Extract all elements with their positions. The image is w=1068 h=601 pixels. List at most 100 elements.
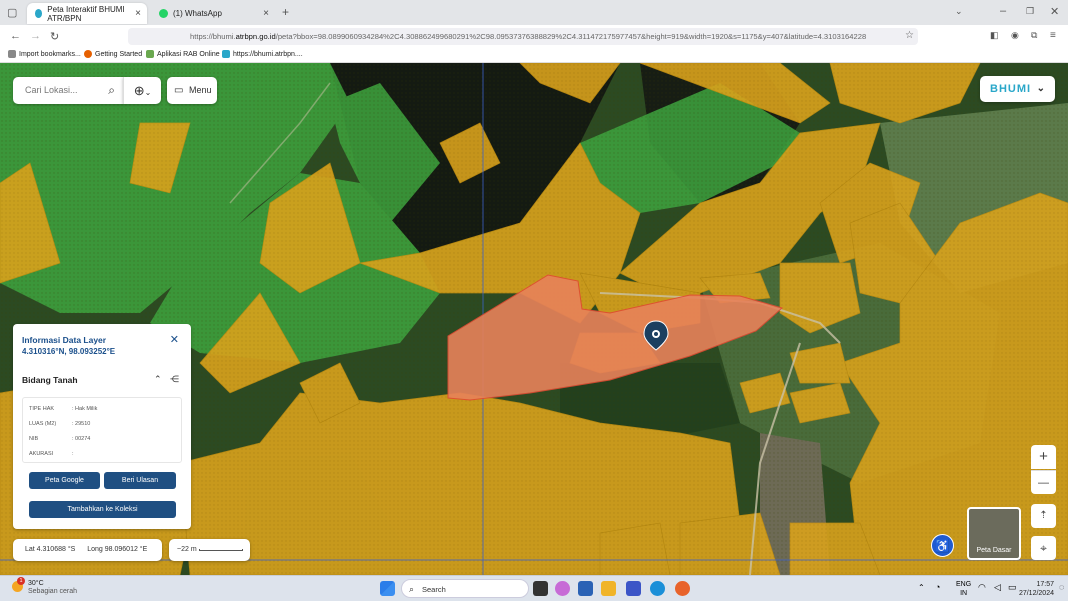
bookmark-label: Aplikasi RAB Online [157,50,220,58]
tab-label: (1) WhatsApp [173,9,222,18]
bookmark-star-icon[interactable]: ☆ [905,30,914,41]
tab-overflow-icon[interactable]: ⌄ [955,6,963,17]
section-actions: ⌃ ⋲ [154,374,179,385]
attribute-table: TIPE HAK: Hak Milik LUAS (M2): 29510 NIB… [22,397,182,463]
weather-widget[interactable]: 1 30°C Sebagian cerah [12,577,78,596]
zoom-in-button[interactable]: + [1031,445,1056,469]
search-icon[interactable]: ⌕ [108,83,115,98]
search-icon: ⌕ [409,584,415,594]
bhumi-icon [222,50,230,58]
bookmark-bhumi[interactable]: https://bhumi.atrbpn.... [222,50,303,58]
accessibility-icon[interactable]: ♿ [931,534,954,557]
zoom-out-button[interactable]: — [1031,470,1056,494]
search-placeholder: Cari Lokasi... [25,85,78,95]
search-input[interactable]: Cari Lokasi... ⌕ [13,77,123,104]
import-icon [8,50,16,58]
locate-button[interactable]: ⌖ [1031,536,1056,560]
share-icon[interactable]: ⋲ [170,374,179,384]
attr-row: NIB: 00274 [29,436,91,442]
tab-list-icon[interactable]: ▢ [7,6,17,19]
notification-badge: 1 [17,577,25,585]
taskbar-search[interactable]: ⌕ Search [401,579,529,598]
firefox-icon [84,50,92,58]
windows-taskbar: 1 30°C Sebagian cerah ⌕ Search ⌃ ◔ ENG IN… [0,575,1068,601]
menu-label: Menu [189,85,212,95]
scale-label: ~22 m [177,546,197,553]
bookmark-label: Import bookmarks... [19,50,81,58]
browser-tab-bar: ▢ Peta Interaktif BHUMI ATR/BPN × (1) Wh… [0,0,1068,25]
bookmarks-bar: Import bookmarks... Getting Started Apli… [0,47,1068,63]
close-icon[interactable]: ✕ [170,333,179,346]
add-collection-button[interactable]: Tambahkan ke Koleksi [29,501,176,518]
review-button[interactable]: Beri Ulasan [104,472,176,489]
sidebar-icon: ▭ [174,85,184,96]
language-indicator[interactable]: ENG IN [956,580,971,598]
edge-icon[interactable] [650,581,665,596]
latitude-readout: Lat 4.310688 °S [25,546,76,553]
zoom-magnifier-icon: ⊕ [133,83,145,98]
crosshair-icon: ⌖ [1040,541,1047,555]
network-monitor-icon[interactable]: ◔ [935,582,940,592]
attr-row: LUAS (M2): 29510 [29,421,91,427]
account-icon[interactable]: ◉ [1011,30,1019,41]
bookmark-rab[interactable]: Aplikasi RAB Online [146,50,220,58]
chevron-down-icon: ⌄ [1036,83,1046,94]
new-tab-button[interactable]: + [282,5,289,19]
menu-icon[interactable]: ≡ [1050,30,1056,41]
basemap-switcher[interactable]: Peta Dasar [967,507,1021,560]
bookmark-import[interactable]: Import bookmarks... [8,50,81,58]
rab-icon [146,50,154,58]
forward-icon[interactable]: → [30,30,41,42]
north-arrow-icon: ⇡ [1039,510,1048,521]
close-icon[interactable]: × [135,8,141,19]
brand-selector[interactable]: BHUMI ⌄ [980,76,1055,102]
store-icon[interactable] [578,581,593,596]
weather-desc: Sebagian cerah [28,588,78,595]
tab-whatsapp[interactable]: (1) WhatsApp × [151,3,275,24]
window-close-icon[interactable]: ✕ [1050,5,1059,18]
task-view-icon[interactable] [533,581,548,596]
bookmark-label: https://bhumi.atrbpn.... [233,50,303,58]
minimize-icon[interactable]: – [1000,5,1006,17]
back-icon[interactable]: ← [10,30,21,42]
clock[interactable]: 17:57 27/12/2024 [1019,580,1054,598]
menu-button[interactable]: ▭ Menu [167,77,217,104]
reload-icon[interactable]: ↻ [50,30,59,43]
panel-title: Informasi Data Layer [22,335,107,345]
tray-chevron-icon[interactable]: ⌃ [918,583,925,592]
attr-row: TIPE HAK: Hak Milik [29,406,98,412]
google-map-button[interactable]: Peta Google [29,472,100,489]
wifi-icon[interactable]: ◠ [978,582,986,593]
firefox-icon[interactable] [675,581,690,596]
chevron-down-icon: ⌄ [144,88,152,97]
url-bar[interactable]: https://bhumi.atrbpn.go.id/peta?bbox=98.… [128,28,918,45]
bookmark-getting-started[interactable]: Getting Started [84,50,142,58]
longitude-readout: Long 98.096012 °E [87,546,148,553]
tab-label: Peta Interaktif BHUMI ATR/BPN [47,4,125,23]
battery-icon[interactable]: ▭ [1008,582,1017,593]
coordinate-readout: Lat 4.310688 °S Long 98.096012 °E [13,539,162,561]
browser-nav-bar: ← → ↻ ⛉ 🔒 https://bhumi.atrbpn.go.id/pet… [0,25,1068,47]
copilot-icon[interactable] [555,581,570,596]
basemap-label: Peta Dasar [976,547,1012,554]
scale-bar: ~22 m [169,539,250,561]
volume-icon[interactable]: ◁ [994,582,1001,593]
weather-temp: 30°C [28,580,44,587]
info-panel: Informasi Data Layer 4.310316°N, 98.0932… [13,324,191,529]
notification-bell-icon[interactable]: ◌ [1059,582,1064,592]
compass-button[interactable]: ⇡ [1031,504,1056,528]
pocket-icon[interactable]: ◧ [990,30,999,41]
file-explorer-icon[interactable] [601,581,616,596]
tab-bhumi[interactable]: Peta Interaktif BHUMI ATR/BPN × [27,3,147,24]
app-icon[interactable] [626,581,641,596]
chevron-up-icon[interactable]: ⌃ [154,374,162,384]
close-icon[interactable]: × [263,8,269,19]
extensions-icon[interactable]: ⧉ [1031,30,1037,41]
scale-line [199,549,243,551]
brand-logo: BHUMI [990,83,1032,95]
zoom-select[interactable]: ⊕⌄ [123,77,161,104]
panel-coordinates: 4.310316°N, 98.093252°E [22,347,116,356]
windows-start-icon[interactable] [380,581,395,596]
whatsapp-favicon-icon [159,9,168,18]
maximize-icon[interactable]: ❐ [1026,6,1034,17]
